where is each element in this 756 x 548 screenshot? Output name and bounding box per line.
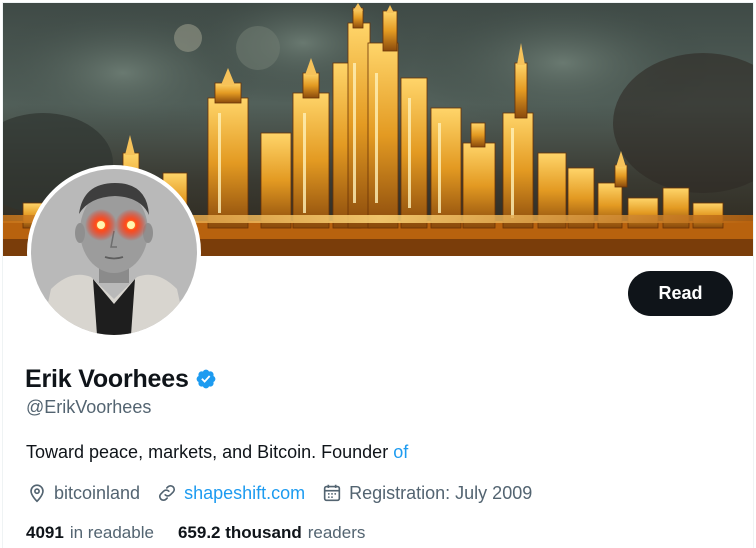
profile-handle: @ErikVoorhees xyxy=(26,397,152,417)
following-label: in readable xyxy=(69,523,154,542)
website-link[interactable]: shapeshift.com xyxy=(184,483,305,504)
profile-registration: Registration: July 2009 xyxy=(321,482,532,504)
profile-bio: Toward peace, markets, and Bitcoin. Foun… xyxy=(26,442,408,463)
location-pin-icon xyxy=(26,482,48,504)
following-count: 4091 xyxy=(26,523,64,542)
profile-name-row: Erik Voorhees xyxy=(25,363,217,395)
location-text: bitcoinland xyxy=(54,482,141,503)
profile-location: bitcoinland xyxy=(26,482,140,504)
profile-stats: 4091 in readable 659.2 thousand readers xyxy=(26,521,389,545)
avatar-photo xyxy=(31,169,197,335)
profile-card: Read Erik Voorhees @ErikVoorhees Toward … xyxy=(2,2,754,548)
followers-count: 659.2 thousand xyxy=(177,523,302,542)
followers-label: readers xyxy=(307,523,366,542)
profile-meta: bitcoinland shapeshift.com Registration:… xyxy=(26,480,548,506)
bio-link[interactable]: of xyxy=(393,442,408,462)
verified-badge-icon[interactable] xyxy=(195,368,217,390)
display-name: Erik Voorhees xyxy=(25,364,189,393)
followers-stat[interactable]: 659.2 thousand readers xyxy=(178,523,365,543)
registration-text: Registration: July 2009 xyxy=(349,482,533,503)
link-icon xyxy=(156,482,178,504)
read-button[interactable]: Read xyxy=(628,271,733,316)
following-stat[interactable]: 4091 in readable xyxy=(26,523,154,543)
avatar[interactable] xyxy=(27,165,201,339)
bio-text: Toward peace, markets, and Bitcoin. Foun… xyxy=(26,442,394,462)
calendar-icon xyxy=(321,482,343,504)
profile-website[interactable]: shapeshift.com xyxy=(156,482,305,504)
